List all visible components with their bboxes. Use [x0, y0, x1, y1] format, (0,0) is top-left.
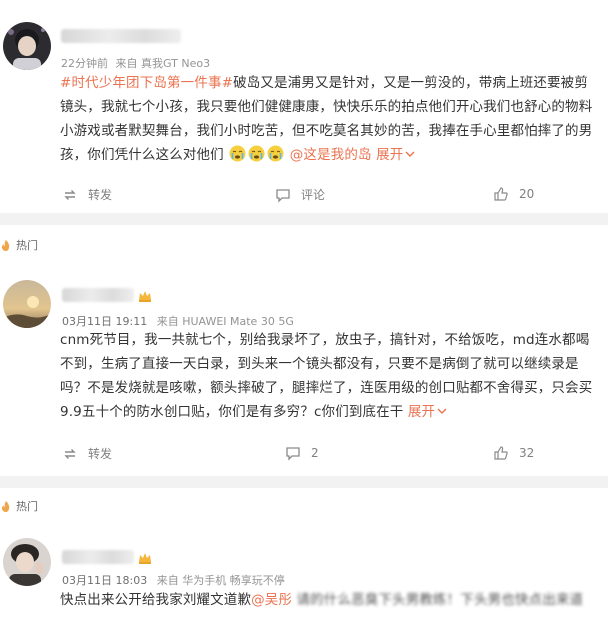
post-date: 03月11日 19:11 [62, 315, 148, 328]
hot-label: 热门 [16, 500, 38, 513]
username-blurred[interactable] [62, 288, 134, 302]
username-blurred[interactable] [62, 550, 134, 564]
post-text: cnm死节目，我一共就七个，别给我录坏了，放虫子，搞针对，不给饭吃，md连水都喝… [60, 328, 600, 424]
mention-link[interactable]: @吴彤 [251, 592, 292, 608]
divider [0, 476, 608, 488]
post-device: 来自 华为手机 畅享玩不停 [156, 574, 285, 587]
post-meta: 22分钟前 来自 真我GT Neo3 [61, 55, 210, 71]
expand-link[interactable]: 展开 [408, 404, 447, 420]
crying-emoji-icon [229, 145, 246, 162]
like-count: 20 [519, 187, 535, 201]
comment-button[interactable]: 评论 [275, 186, 325, 203]
repost-button[interactable]: 转发 [62, 186, 112, 203]
hot-section-label: 热门 [0, 237, 38, 253]
chevron-down-icon [405, 151, 415, 157]
post-body: cnm死节目，我一共就七个，别给我录坏了，放虫子，搞针对，不给饭吃，md连水都喝… [60, 332, 593, 420]
avatar[interactable] [3, 22, 51, 70]
crown-icon [139, 553, 151, 564]
post-body: 快点出来公开给我家刘耀文道歉 [60, 592, 252, 608]
repost-button[interactable]: 转发 [62, 445, 112, 462]
hashtag-link[interactable]: #时代少年团下岛第一件事# [60, 75, 233, 91]
comment-label: 评论 [301, 188, 326, 202]
comment-icon [286, 447, 300, 461]
like-icon [494, 446, 508, 460]
like-button[interactable]: 32 [493, 445, 534, 461]
crown-icon [139, 291, 151, 302]
comment-count: 2 [311, 446, 319, 460]
fire-icon [1, 239, 10, 251]
crying-emoji-icon [248, 145, 265, 162]
like-count: 32 [519, 446, 535, 460]
post-time: 22分钟前 [61, 57, 108, 70]
post-2: 03月11日 19:11 来自 HUAWEI Mate 30 5G cnm死节目… [0, 258, 608, 470]
post-1: 22分钟前 来自 真我GT Neo3 #时代少年团下岛第一件事#破岛又是浦男又是… [0, 0, 608, 213]
repost-icon [64, 448, 76, 459]
expand-link[interactable]: 展开 [376, 147, 415, 163]
post-device: 来自 HUAWEI Mate 30 5G [156, 315, 294, 328]
chevron-down-icon [437, 408, 447, 414]
post-text: #时代少年团下岛第一件事#破岛又是浦男又是针对，又是一剪没的，带病上班还要被剪镜… [60, 71, 600, 167]
repost-icon [64, 189, 76, 200]
crying-emoji-icon [267, 145, 284, 162]
post-body-tail: 请的什么恶臭下头男教练！下头男也快点出来道 [292, 592, 584, 608]
repost-label: 转发 [88, 188, 113, 202]
post-source: 来自 真我GT Neo3 [115, 57, 211, 70]
username-blurred[interactable] [61, 29, 181, 43]
repost-label: 转发 [88, 447, 113, 461]
comment-button[interactable]: 2 [285, 445, 319, 461]
expand-label: 展开 [407, 404, 436, 420]
post-text: 快点出来公开给我家刘耀文道歉@吴彤 请的什么恶臭下头男教练！下头男也快点出来道 [60, 588, 600, 612]
like-button[interactable]: 20 [493, 186, 534, 202]
like-icon [494, 187, 508, 201]
post-3: 03月11日 18:03 来自 华为手机 畅享玩不停 快点出来公开给我家刘耀文道… [0, 520, 608, 617]
post-date: 03月11日 18:03 [62, 574, 148, 587]
avatar[interactable] [3, 538, 51, 586]
post-meta: 03月11日 19:11 来自 HUAWEI Mate 30 5G [62, 313, 294, 329]
mention-link[interactable]: @这是我的岛 [290, 147, 372, 163]
expand-label: 展开 [376, 147, 404, 163]
fire-icon [1, 500, 10, 512]
divider [0, 213, 608, 225]
hot-label: 热门 [16, 239, 38, 252]
post-meta: 03月11日 18:03 来自 华为手机 畅享玩不停 [62, 572, 285, 588]
hot-section-label: 热门 [0, 498, 38, 514]
avatar[interactable] [3, 280, 51, 328]
comment-icon [276, 188, 290, 203]
